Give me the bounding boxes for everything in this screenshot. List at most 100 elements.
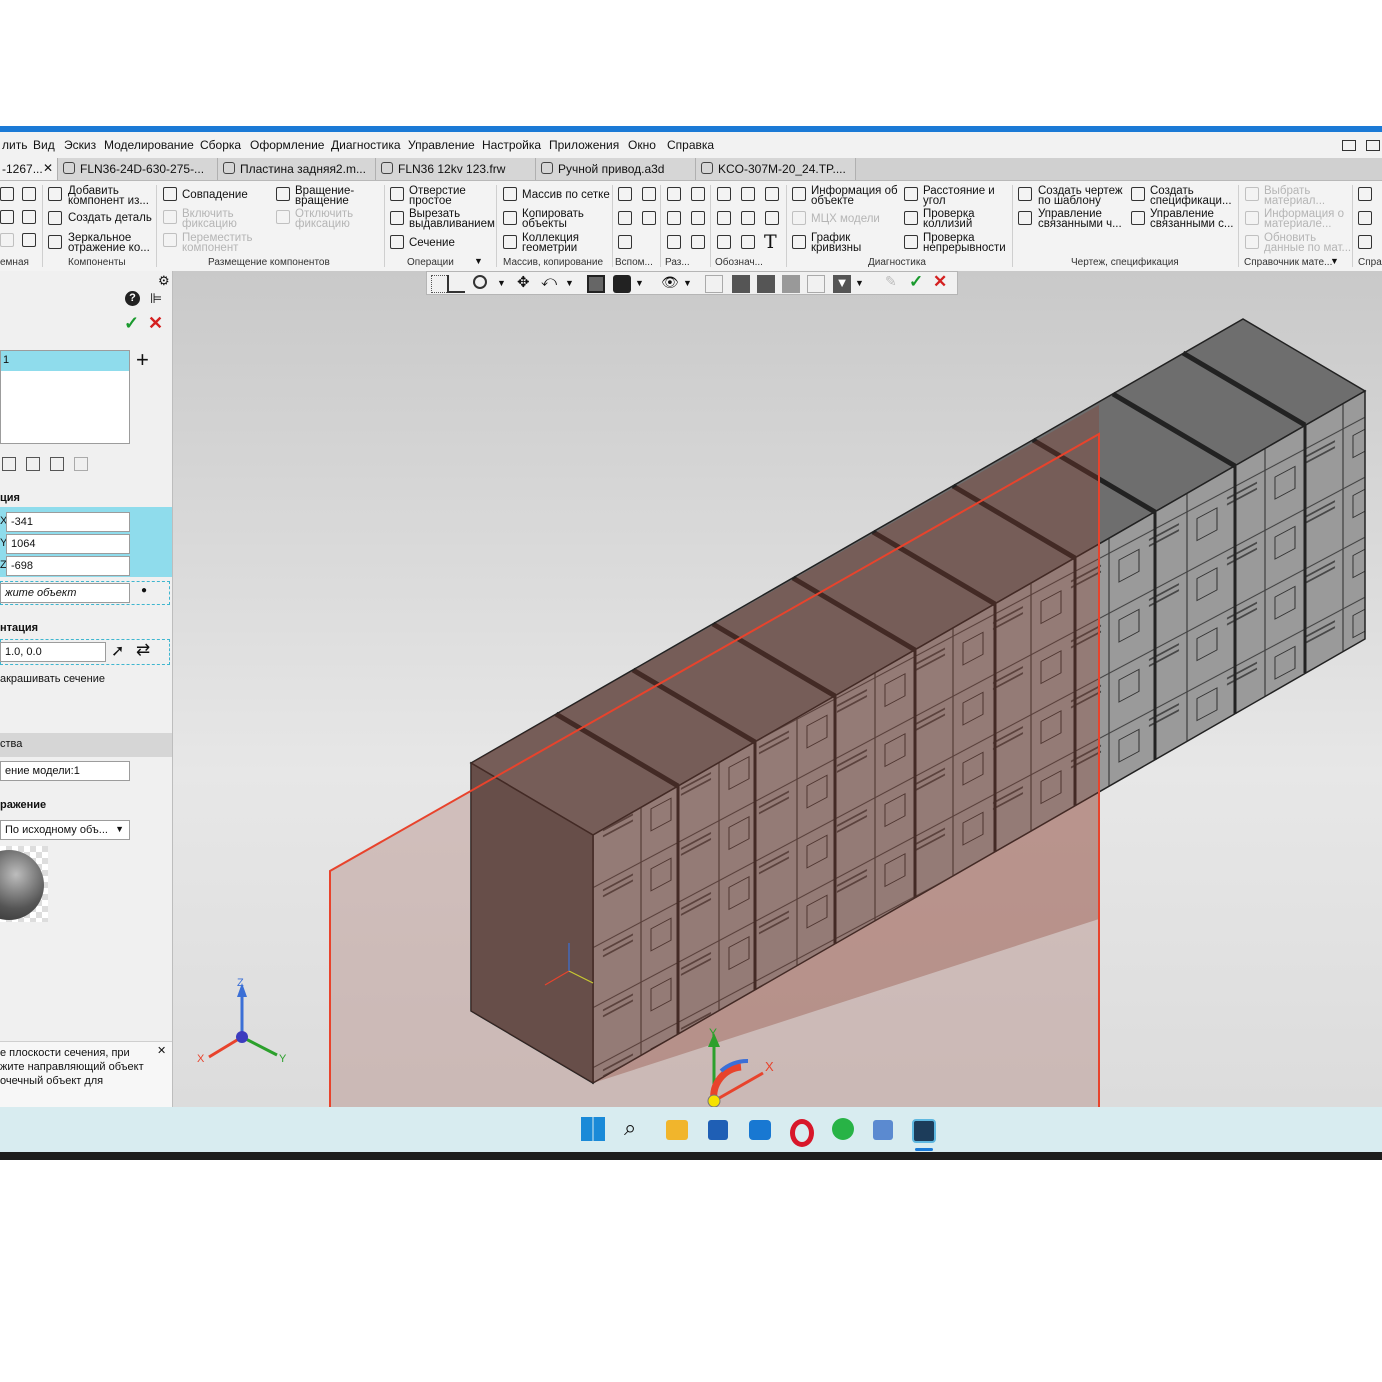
- move-component-button[interactable]: Переместить компонент: [182, 232, 252, 254]
- diameter-dimension-icon[interactable]: [691, 211, 705, 225]
- menu-item-applications[interactable]: Приложения: [549, 138, 619, 152]
- menu-item-settings[interactable]: Настройка: [482, 138, 541, 152]
- direction-arrow-icon[interactable]: ➚: [111, 641, 124, 661]
- material-info-icon[interactable]: [1245, 211, 1259, 225]
- curvature-graph-button[interactable]: График кривизны: [811, 232, 861, 254]
- axis-icon[interactable]: [642, 187, 656, 201]
- add-icon[interactable]: +: [136, 347, 149, 373]
- folder-icon[interactable]: [0, 187, 14, 201]
- drawing-template-icon[interactable]: [1018, 187, 1032, 201]
- chevron-down-icon[interactable]: ▼: [1330, 256, 1339, 266]
- menu-item-management[interactable]: Управление: [408, 138, 475, 152]
- layers-icon[interactable]: [807, 275, 825, 293]
- menu-item-sketch[interactable]: Эскиз: [64, 138, 96, 152]
- create-drawing-button[interactable]: Создать чертеж по шаблону: [1038, 185, 1123, 207]
- position-mark-icon[interactable]: [765, 211, 779, 225]
- grid-pattern-icon[interactable]: [503, 187, 517, 201]
- material-info-button[interactable]: Информация о материале...: [1264, 208, 1344, 230]
- datum-icon[interactable]: [741, 235, 755, 249]
- z-field[interactable]: -698: [6, 556, 130, 576]
- section-type-icon[interactable]: [26, 457, 40, 471]
- list-item[interactable]: 1: [1, 351, 129, 371]
- menu-item-modeling[interactable]: Моделирование: [104, 138, 194, 152]
- object-info-button[interactable]: Информация об объекте: [811, 185, 898, 207]
- ok-button[interactable]: ✓: [124, 313, 139, 334]
- chevron-down-icon[interactable]: ▼: [497, 278, 515, 296]
- windows-start-icon[interactable]: [581, 1117, 605, 1141]
- leader-icon[interactable]: [717, 187, 731, 201]
- linked-drawings-icon[interactable]: [1018, 211, 1032, 225]
- cut-extrude-icon[interactable]: [390, 211, 404, 225]
- mirror-component-icon[interactable]: [48, 235, 62, 249]
- point-icon[interactable]: [642, 211, 656, 225]
- radial-dimension-icon[interactable]: [691, 187, 705, 201]
- add-component-icon[interactable]: [48, 187, 62, 201]
- chevron-down-icon[interactable]: ▼: [855, 278, 873, 296]
- continuity-icon[interactable]: [904, 235, 918, 249]
- menu-item-edit[interactable]: лить: [2, 138, 27, 152]
- material-preview[interactable]: [0, 846, 48, 922]
- tab-document-4[interactable]: FLN36 12kv 123.frw: [376, 158, 536, 180]
- choose-material-button[interactable]: Выбрать материал...: [1264, 185, 1325, 207]
- text-icon[interactable]: T: [764, 231, 777, 253]
- tolerance-icon[interactable]: [741, 211, 755, 225]
- linear-dimension-icon[interactable]: [667, 187, 681, 201]
- section-type-icon[interactable]: [50, 457, 64, 471]
- arrow-icon[interactable]: [0, 233, 14, 247]
- shading-icon[interactable]: [613, 275, 631, 293]
- manage-linked-specs-button[interactable]: Управление связанными с...: [1150, 208, 1233, 230]
- roughness-icon[interactable]: [765, 187, 779, 201]
- auto-dimension-icon[interactable]: [667, 235, 681, 249]
- gear-icon[interactable]: ⚙: [158, 273, 170, 289]
- create-part-button[interactable]: Создать деталь: [68, 212, 152, 224]
- menu-item-assembly[interactable]: Сборка: [200, 138, 241, 152]
- properties-header[interactable]: ства: [0, 733, 172, 757]
- rotation-icon[interactable]: [276, 187, 290, 201]
- cut-view-icon[interactable]: [782, 275, 800, 293]
- chevron-down-icon[interactable]: ▼: [565, 278, 583, 296]
- pattern-grid-button[interactable]: Массив по сетке: [522, 189, 610, 201]
- check-continuity-button[interactable]: Проверка непрерывности: [923, 232, 1006, 254]
- copy-objects-button[interactable]: Копировать объекты: [522, 208, 584, 230]
- window-options-icon[interactable]: [1366, 140, 1380, 151]
- angular-dimension-icon[interactable]: [667, 211, 681, 225]
- open-icon[interactable]: [0, 210, 14, 224]
- 3d-viewport[interactable]: Z X Y Y X ▼ ✥ ⤺ ▼ ▼ 👁 ▼ ▼ ▼ ✎ ✓ ✕: [173, 271, 1382, 1107]
- tree-icon[interactable]: ⊫: [150, 290, 162, 307]
- rotation-button[interactable]: Вращение- вращение: [295, 185, 354, 207]
- y-field[interactable]: 1064: [6, 534, 130, 554]
- section-view-icon[interactable]: [732, 275, 750, 293]
- copy-objects-icon[interactable]: [503, 211, 517, 225]
- chevron-down-icon[interactable]: ▼: [635, 278, 653, 296]
- help-icon[interactable]: ?: [125, 291, 140, 306]
- orientation-field[interactable]: 1.0, 0.0: [0, 642, 106, 662]
- edit-icon[interactable]: ✎: [885, 273, 903, 291]
- coordinate-system-icon[interactable]: [447, 275, 465, 293]
- close-icon[interactable]: ✕: [43, 161, 53, 175]
- view-orientation-triad[interactable]: [208, 983, 278, 1059]
- hide-icon[interactable]: 👁: [661, 274, 679, 292]
- plane-icon[interactable]: [618, 187, 632, 201]
- kompas-3d-icon[interactable]: [912, 1119, 936, 1143]
- cut-extrude-button[interactable]: Вырезать выдавливанием: [409, 208, 495, 230]
- linked-specs-icon[interactable]: [1131, 211, 1145, 225]
- outlook-icon[interactable]: [749, 1120, 771, 1140]
- cancel-button[interactable]: ✕: [148, 313, 163, 334]
- object-info-icon[interactable]: [792, 187, 806, 201]
- add-component-button[interactable]: Добавить компонент из...: [68, 185, 149, 207]
- update-material-icon[interactable]: [1245, 235, 1259, 249]
- opera-icon[interactable]: [790, 1119, 814, 1147]
- section-icon[interactable]: [390, 235, 404, 249]
- reference-icon[interactable]: [1358, 187, 1372, 201]
- geometry-collection-icon[interactable]: [503, 235, 517, 249]
- reference-icon[interactable]: [1358, 211, 1372, 225]
- menu-item-view[interactable]: Вид: [33, 138, 55, 152]
- coincidence-icon[interactable]: [163, 187, 177, 201]
- apply-button[interactable]: ✓: [909, 272, 927, 291]
- pan-icon[interactable]: ✥: [517, 273, 535, 291]
- mcx-icon[interactable]: [792, 211, 806, 225]
- create-spec-button[interactable]: Создать спецификаци...: [1150, 185, 1232, 207]
- disable-fix-icon[interactable]: [276, 210, 290, 224]
- disable-fix-button[interactable]: Отключить фиксацию: [295, 208, 353, 230]
- close-icon[interactable]: ✕: [157, 1044, 166, 1057]
